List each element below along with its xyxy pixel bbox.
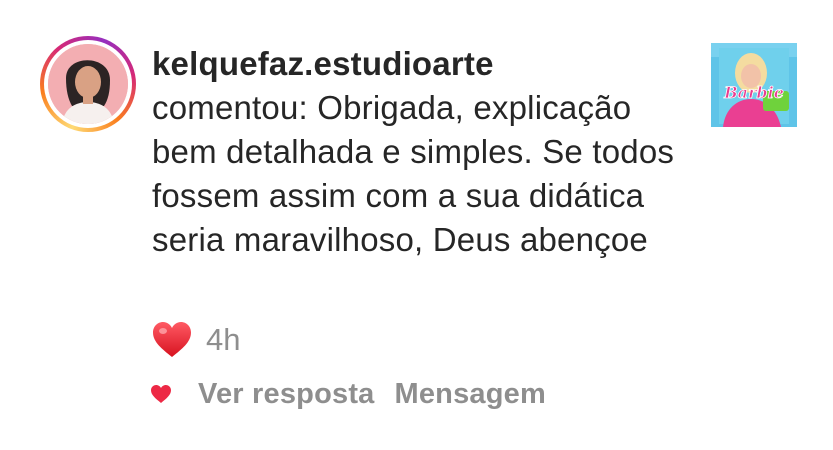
comment-text: comentou: Obrigada, explicação bem detal… <box>152 89 675 258</box>
comment-notification: kelquefaz.estudioarte comentou: Obrigada,… <box>0 0 833 450</box>
notification-content: kelquefaz.estudioarte comentou: Obrigada,… <box>152 42 682 262</box>
post-thumbnail[interactable]: Barbie <box>711 43 797 127</box>
heart-icon[interactable] <box>150 384 172 404</box>
story-ring[interactable] <box>40 36 136 132</box>
view-reply-button[interactable]: Ver resposta <box>198 378 375 411</box>
red-heart-emoji-icon <box>152 321 192 359</box>
barbie-post-image: Barbie <box>711 43 797 127</box>
timestamp: 4h <box>206 322 241 357</box>
action-row: Ver resposta Mensagem <box>150 373 546 415</box>
comment-body: kelquefaz.estudioarte comentou: Obrigada,… <box>152 42 682 262</box>
username-link[interactable]: kelquefaz.estudioarte <box>152 42 682 86</box>
avatar[interactable] <box>48 44 128 124</box>
barbie-logo: Barbie <box>723 83 784 102</box>
profile-photo <box>48 44 128 124</box>
message-button[interactable]: Mensagem <box>395 378 547 411</box>
comment-meta: 4h <box>152 320 240 360</box>
